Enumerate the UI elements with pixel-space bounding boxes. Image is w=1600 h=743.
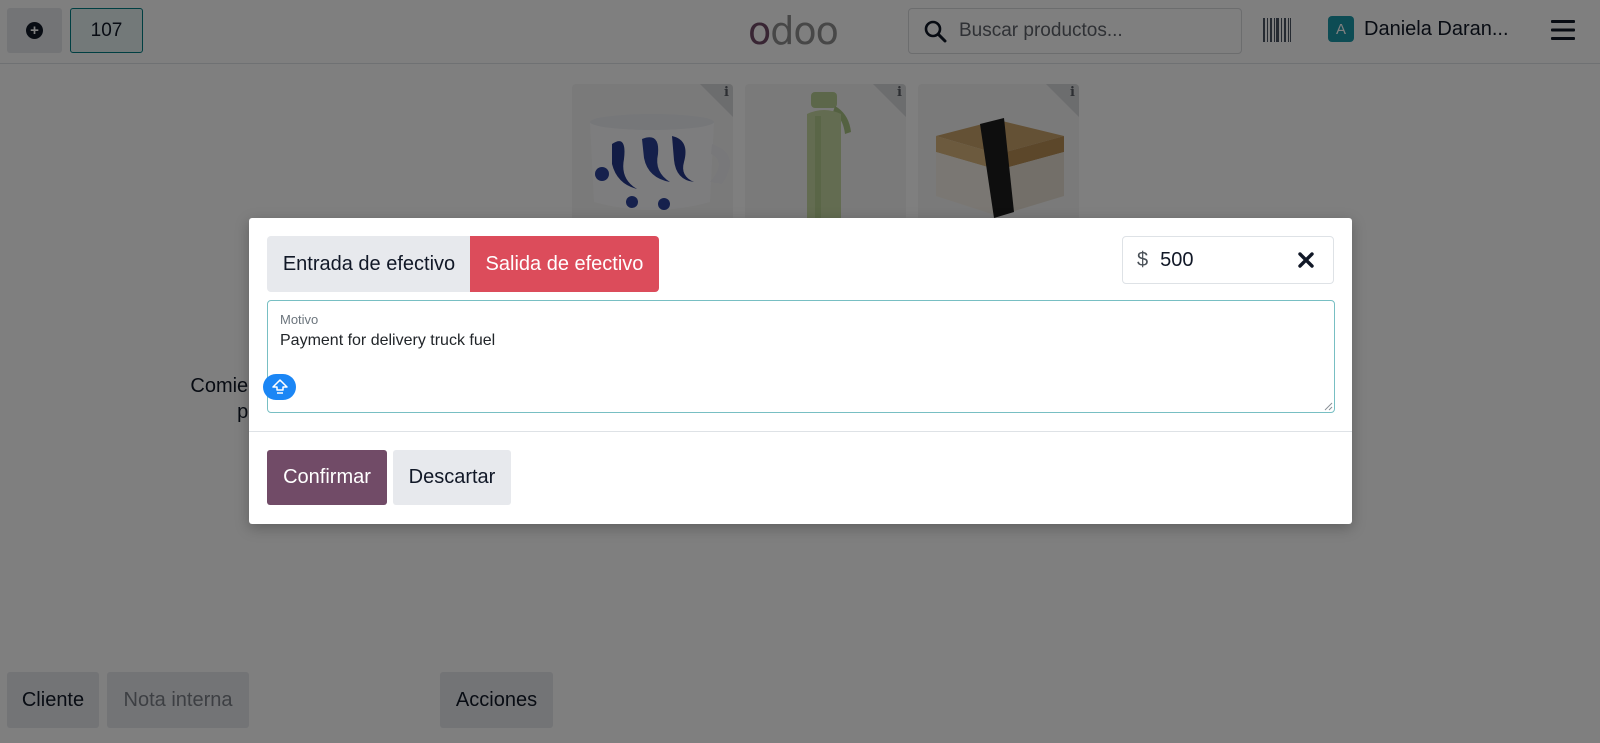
cash-out-toggle[interactable]: Salida de efectivo — [470, 236, 659, 292]
cash-in-toggle[interactable]: Entrada de efectivo — [267, 236, 471, 292]
reason-label: Motivo — [280, 312, 319, 327]
confirm-button[interactable]: Confirmar — [267, 450, 387, 505]
keyboard-shortcut-icon[interactable] — [263, 374, 296, 400]
cash-move-dialog: Entrada de efectivo Salida de efectivo $… — [249, 218, 1352, 524]
reason-textarea[interactable]: Motivo Payment for delivery truck fuel — [267, 300, 1335, 413]
resize-handle-icon[interactable] — [1323, 401, 1333, 411]
amount-input[interactable]: 500 — [1160, 249, 1270, 272]
dialog-divider — [249, 431, 1352, 432]
clear-icon[interactable] — [1297, 251, 1315, 269]
discard-button[interactable]: Descartar — [393, 450, 511, 505]
amount-field[interactable]: $ 500 — [1122, 236, 1334, 284]
reason-text[interactable]: Payment for delivery truck fuel — [280, 332, 495, 350]
currency-symbol: $ — [1137, 248, 1149, 271]
